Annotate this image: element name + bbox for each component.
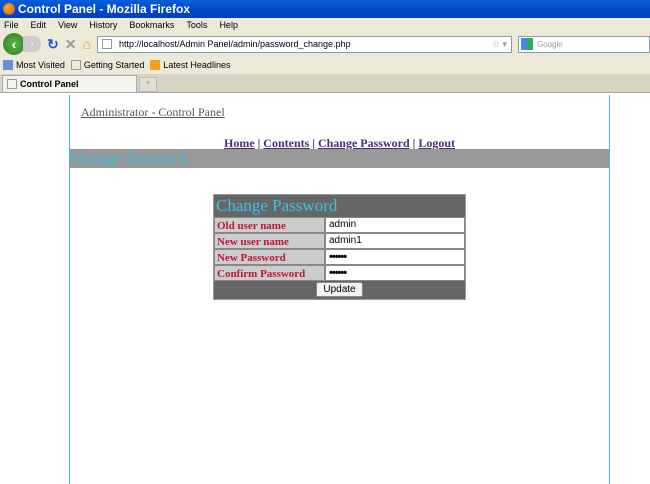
menu-history[interactable]: History <box>89 20 117 30</box>
bookmark-star-icon[interactable]: ☆ ▾ <box>492 39 511 50</box>
tab-label: Control Panel <box>20 79 79 89</box>
form-row-new-username: New user name admin1 <box>214 233 465 249</box>
form-row-new-password: New Password •••••• <box>214 249 465 265</box>
bookmark-label: Getting Started <box>83 59 145 70</box>
url-bar[interactable]: http://localhost/Admin Panel/admin/passw… <box>96 35 512 53</box>
confirm-password-input[interactable]: •••••• <box>325 265 465 281</box>
admin-title: Administrator - Control Panel <box>81 105 225 119</box>
google-icon <box>520 38 533 50</box>
menu-file[interactable]: File <box>4 20 19 30</box>
window-titlebar: Control Panel - Mozilla Firefox <box>0 0 650 18</box>
back-button[interactable]: ‹ <box>3 33 25 55</box>
forward-button[interactable]: › <box>23 36 41 52</box>
tab-control-panel[interactable]: Control Panel <box>2 75 137 92</box>
update-button[interactable]: Update <box>316 282 363 297</box>
most-visited-icon <box>3 60 13 71</box>
separator: | <box>312 136 315 150</box>
menu-bar: File Edit View History Bookmarks Tools H… <box>0 18 650 32</box>
separator: | <box>412 136 416 150</box>
menu-edit[interactable]: Edit <box>31 20 47 30</box>
separator: | <box>257 136 261 150</box>
bookmarks-toolbar: Most Visited Getting Started Latest Head… <box>0 56 650 74</box>
form-row-old-username: Old user name admin <box>214 217 465 233</box>
rss-icon <box>150 60 161 71</box>
new-password-input[interactable]: •••••• <box>325 249 465 265</box>
menu-help[interactable]: Help <box>219 20 238 30</box>
page-icon <box>7 79 17 89</box>
search-placeholder: Google <box>536 39 563 49</box>
nav-logout[interactable]: Logout <box>418 136 455 150</box>
field-label: Confirm Password <box>214 265 325 281</box>
home-icon[interactable]: ⌂ <box>82 36 90 52</box>
form-title: Change Password <box>216 196 338 215</box>
menu-view[interactable]: View <box>58 20 77 30</box>
stop-icon[interactable]: ✕ <box>65 36 77 53</box>
field-label: New Password <box>214 249 325 265</box>
bookmark-label: Most Visited <box>16 59 65 70</box>
nav-home[interactable]: Home <box>224 136 255 150</box>
section-title: Manage Password <box>70 149 609 168</box>
menu-bookmarks[interactable]: Bookmarks <box>129 20 174 30</box>
form-footer: Update <box>214 281 465 299</box>
window-title: Control Panel - Mozilla Firefox <box>18 2 191 16</box>
change-password-form: Change Password Old user name admin New u… <box>213 194 466 300</box>
reload-icon[interactable]: ↻ <box>47 36 59 53</box>
bookmark-label: Latest Headlines <box>163 59 231 70</box>
page-content: Administrator - Control Panel Home | Con… <box>69 95 610 484</box>
page-icon <box>70 60 81 71</box>
field-label: Old user name <box>214 217 325 233</box>
bookmark-latest-headlines[interactable]: Latest Headlines <box>150 60 230 71</box>
bookmark-getting-started[interactable]: Getting Started <box>70 59 145 71</box>
navigation-toolbar: ‹ › ↻ ✕ ⌂ http://localhost/Admin Panel/a… <box>0 32 650 56</box>
page-icon <box>101 39 112 49</box>
old-username-input[interactable]: admin <box>325 217 465 233</box>
search-box[interactable]: Google <box>517 35 650 53</box>
nav-contents[interactable]: Contents <box>263 136 309 150</box>
new-tab-button[interactable]: + <box>139 77 157 92</box>
field-label: New user name <box>214 233 325 249</box>
new-username-input[interactable]: admin1 <box>325 233 465 249</box>
firefox-logo-icon <box>3 3 15 15</box>
form-row-confirm-password: Confirm Password •••••• <box>214 265 465 281</box>
url-text: http://localhost/Admin Panel/admin/passw… <box>118 39 351 49</box>
bookmark-most-visited[interactable]: Most Visited <box>3 60 65 71</box>
nav-change-password[interactable]: Change Password <box>318 136 410 150</box>
menu-tools[interactable]: Tools <box>186 20 207 30</box>
tab-bar: Control Panel + <box>0 74 650 93</box>
